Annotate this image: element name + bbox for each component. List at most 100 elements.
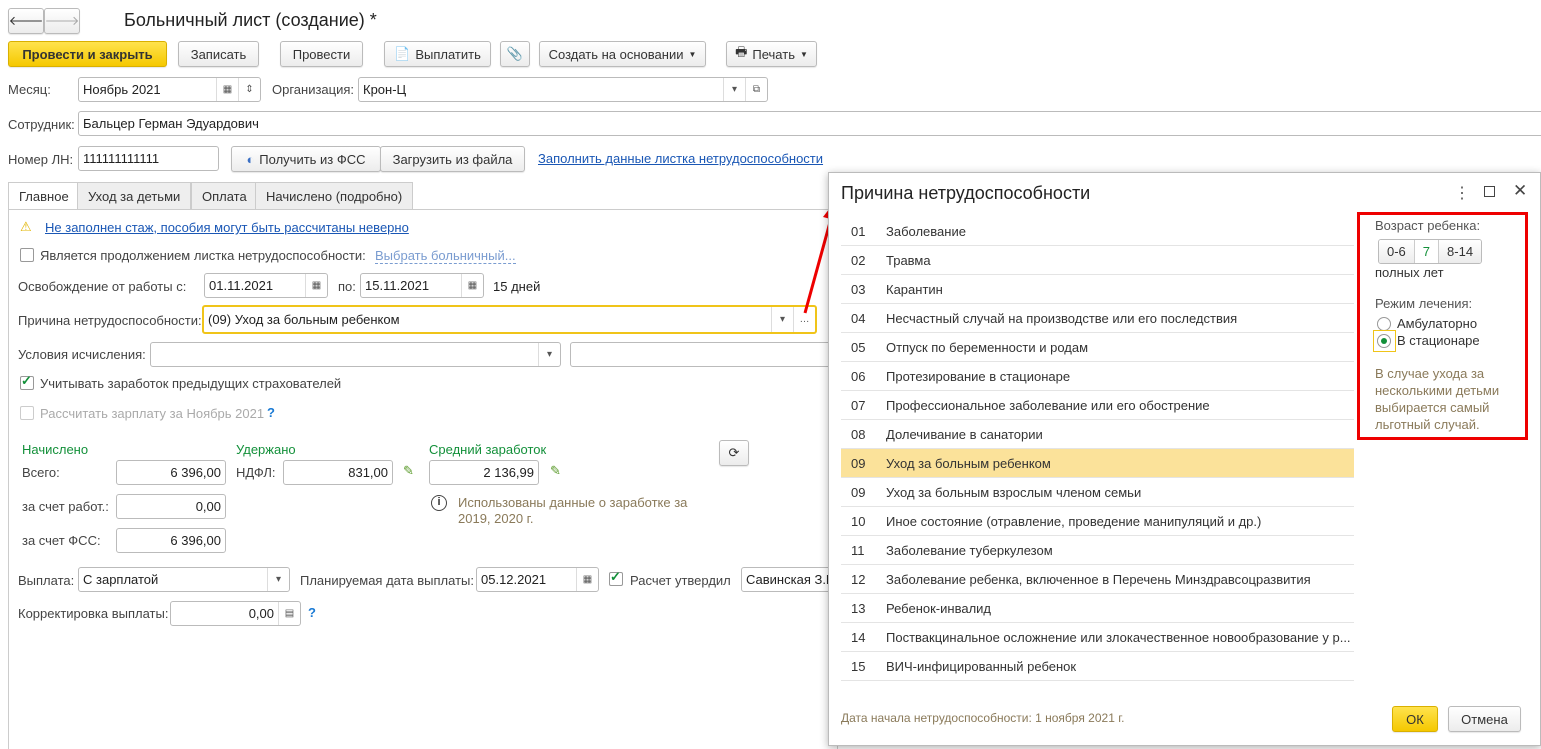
more-icon[interactable]: ⋮ [1454, 183, 1470, 203]
item-name: Несчастный случай на производстве или ег… [886, 310, 1238, 326]
total-field[interactable]: 6 396,00 [116, 460, 226, 485]
conditions-input[interactable]: ▾ [150, 342, 561, 367]
list-item[interactable]: 12 Заболевание ребенка, включенное в Пере… [841, 565, 1354, 594]
print-button[interactable]: 🖶 Печать ▼ [726, 41, 817, 67]
consider-prev-checkbox[interactable]: ✓ [20, 373, 34, 390]
list-item[interactable]: 08 Долечивание в санатории [841, 420, 1354, 449]
conditions-input-2[interactable] [570, 342, 840, 367]
dropdown-icon[interactable]: ▾ [723, 78, 745, 101]
list-item[interactable]: 03 Карантин [841, 275, 1354, 304]
dropdown-icon[interactable]: ▾ [538, 343, 560, 366]
outpatient-radio[interactable] [1377, 317, 1391, 331]
approved-input[interactable]: Савинская З.Г [741, 567, 841, 592]
plan-date-input[interactable]: 05.12.2021 ▦ [476, 567, 599, 592]
calendar-icon[interactable]: ▦ [216, 78, 238, 101]
release-label: Освобождение от работы с: [18, 279, 187, 294]
item-name: Поствакцинальное осложнение или злокачес… [886, 629, 1351, 645]
list-item[interactable]: 15 ВИЧ-инфицированный ребенок [841, 652, 1354, 681]
list-item[interactable]: 09 Уход за больным ребенком [841, 449, 1354, 478]
dialog-title: Причина нетрудоспособности [841, 183, 1091, 203]
warning-link[interactable]: Не заполнен стаж, пособия могут быть рас… [45, 220, 409, 235]
help-icon[interactable]: ? [308, 605, 316, 620]
open-icon[interactable]: ⧉ [745, 78, 767, 101]
list-item[interactable]: 11 Заболевание туберкулезом [841, 536, 1354, 565]
list-item[interactable]: 04 Несчастный случай на производстве или … [841, 304, 1354, 333]
item-code: 13 [851, 600, 866, 616]
list-item[interactable]: 07 Профессиональное заболевание или его о… [841, 391, 1354, 420]
ok-button[interactable]: ОК [1392, 706, 1438, 732]
post-button[interactable]: Провести [280, 41, 363, 67]
calculator-icon[interactable]: ▤ [278, 602, 300, 625]
tab-childcare[interactable]: Уход за детьми [77, 182, 192, 209]
plan-date-label: Планируемая дата выплаты: [300, 573, 474, 588]
list-item[interactable]: 06 Протезирование в стационаре [841, 362, 1354, 391]
attach-button[interactable]: 📎 [500, 41, 530, 67]
age-unit: полных лет [1375, 265, 1444, 280]
fss-field[interactable]: 6 396,00 [116, 528, 226, 553]
pay-button[interactable]: 📄 Выплатить [384, 41, 491, 67]
reason-dialog: Причина нетрудоспособности ⋮ ✕ 01 Заболев… [828, 172, 1541, 746]
choose-sick-link[interactable]: Выбрать больничный... [375, 248, 516, 264]
item-code: 14 [851, 629, 866, 645]
month-label: Месяц: [8, 82, 51, 97]
forward-button[interactable]: 🡒 [44, 8, 80, 34]
post-close-button[interactable]: Провести и закрыть [8, 41, 167, 67]
calc-salary-checkbox[interactable] [20, 406, 34, 420]
back-button[interactable]: 🡐 [8, 8, 44, 34]
tab-main[interactable]: Главное [8, 182, 80, 210]
calendar-icon[interactable]: ▦ [461, 274, 483, 297]
tab-accrued-detail[interactable]: Начислено (подробно) [255, 182, 414, 209]
ndfl-field[interactable]: 831,00 [283, 460, 393, 485]
close-icon[interactable]: ✕ [1513, 181, 1527, 201]
payout-select[interactable]: С зарплатой ▾ [78, 567, 290, 592]
inpatient-radio[interactable] [1377, 334, 1391, 348]
get-fss-button[interactable]: ◐ Получить из ФСС [231, 146, 381, 172]
date-from-input[interactable]: 01.11.2021 ▦ [204, 273, 328, 298]
avg-field[interactable]: 2 136,99 [429, 460, 539, 485]
list-item[interactable]: 13 Ребенок-инвалид [841, 594, 1354, 623]
calendar-icon[interactable]: ▦ [576, 568, 598, 591]
age-option-8-14[interactable]: 8-14 [1439, 240, 1482, 263]
outpatient-label: Амбулаторно [1397, 316, 1478, 331]
save-button[interactable]: Записать [178, 41, 259, 67]
item-name: Уход за больным ребенком [886, 455, 1051, 471]
dropdown-icon[interactable]: ▾ [267, 568, 289, 591]
list-item[interactable]: 02 Травма [841, 246, 1354, 275]
tab-payment[interactable]: Оплата [191, 182, 258, 209]
age-selector[interactable]: 0-6 7 8-14 [1378, 239, 1483, 264]
pencil-icon[interactable]: ✎ [403, 463, 414, 479]
load-file-button[interactable]: Загрузить из файла [380, 146, 525, 172]
fill-data-link[interactable]: Заполнить данные листка нетрудоспособнос… [538, 151, 823, 166]
reason-label: Причина нетрудоспособности: [18, 313, 202, 328]
list-item[interactable]: 05 Отпуск по беременности и родам [841, 333, 1354, 362]
list-item[interactable]: 01 Заболевание [841, 217, 1354, 246]
month-input[interactable]: Ноябрь 2021 ▦ ⇕ [78, 77, 261, 102]
dropdown-icon: ▼ [688, 49, 697, 59]
age-option-7[interactable]: 7 [1414, 240, 1440, 263]
ln-input[interactable]: 111111111111 [78, 146, 219, 171]
list-item[interactable]: 14 Поствакцинальное осложнение или злокач… [841, 623, 1354, 652]
approved-checkbox[interactable]: ✓ [609, 569, 623, 586]
spin-icon[interactable]: ⇕ [238, 78, 260, 101]
employee-input[interactable]: Бальцер Герман Эдуардович [78, 111, 1541, 136]
create-based-button[interactable]: Создать на основании ▼ [539, 41, 706, 67]
cancel-button[interactable]: Отмена [1448, 706, 1521, 732]
list-item[interactable]: 09 Уход за больным взрослым членом семьи [841, 478, 1354, 507]
employer-label: за счет работ.: [22, 499, 109, 514]
employer-field[interactable]: 0,00 [116, 494, 226, 519]
help-icon[interactable]: ? [267, 405, 275, 420]
conditions-label: Условия исчисления: [18, 347, 146, 362]
correction-input[interactable]: 0,00 ▤ [170, 601, 301, 626]
reason-input[interactable]: (09) Уход за больным ребенком ▾… [202, 305, 817, 334]
pencil-icon[interactable]: ✎ [550, 463, 561, 479]
continuation-checkbox[interactable] [20, 248, 34, 262]
refresh-button[interactable]: ⟳ [719, 440, 749, 466]
org-input[interactable]: Крон-Ц ▾ ⧉ [358, 77, 768, 102]
date-to-input[interactable]: 15.11.2021 ▦ [360, 273, 484, 298]
item-name: Ребенок-инвалид [886, 600, 992, 616]
age-option-0-6[interactable]: 0-6 [1379, 240, 1415, 263]
calendar-icon[interactable]: ▦ [305, 274, 327, 297]
item-code: 05 [851, 339, 866, 355]
maximize-icon[interactable] [1484, 186, 1495, 197]
list-item[interactable]: 10 Иное состояние (отравление, проведение… [841, 507, 1354, 536]
